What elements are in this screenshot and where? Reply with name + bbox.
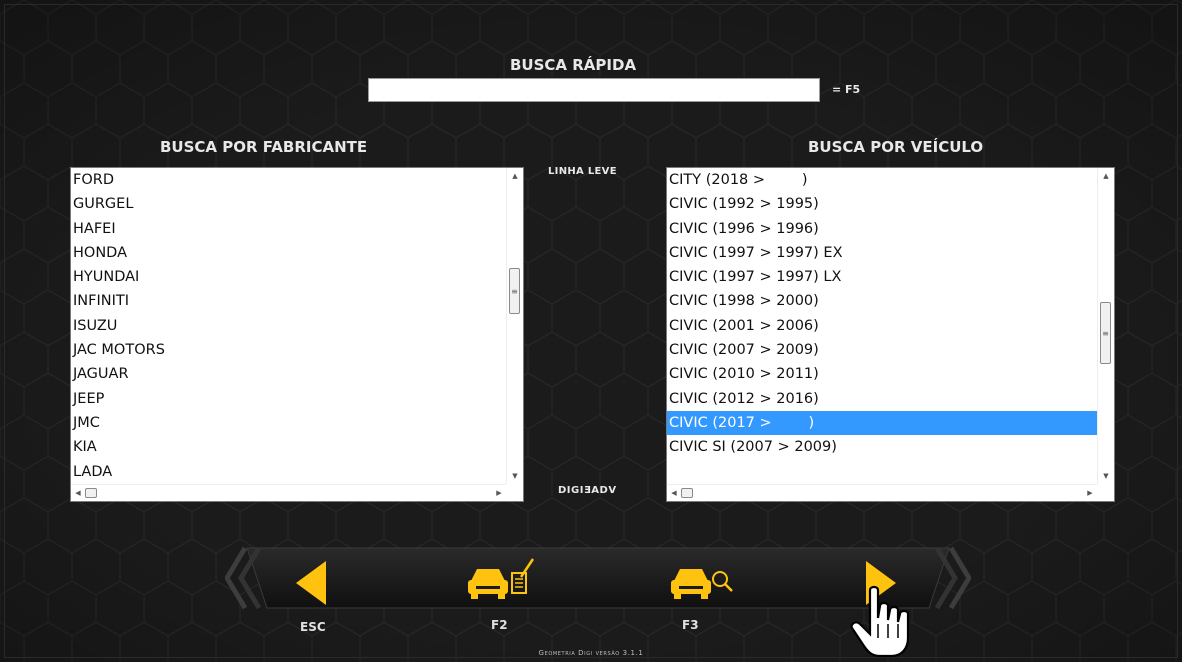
vehicle-list[interactable]: CITY (2018 > ) CIVIC (1992 > 1995) CIVIC… xyxy=(666,167,1115,502)
scroll-thumb[interactable]: ≡ xyxy=(509,268,520,314)
vehicle-horizontal-scrollbar[interactable]: ◀ ▶ xyxy=(667,484,1097,501)
scroll-down-icon[interactable]: ▼ xyxy=(1098,468,1114,484)
scroll-thumb[interactable]: ≡ xyxy=(1100,302,1111,364)
f3-label: F3 xyxy=(682,618,699,632)
vehicle-items: CITY (2018 > ) CIVIC (1992 > 1995) CIVIC… xyxy=(667,168,1097,460)
list-item[interactable]: HAFEI xyxy=(71,217,506,241)
car-edit-icon xyxy=(468,558,535,599)
list-item[interactable]: JEEP xyxy=(71,387,506,411)
scroll-corner xyxy=(1097,484,1114,501)
list-item[interactable]: JAC MOTORS xyxy=(71,338,506,362)
manufacturer-vertical-scrollbar[interactable]: ▲ ≡ ▼ xyxy=(506,168,523,484)
list-item-selected[interactable]: CIVIC (2017 > ) xyxy=(667,410,1097,436)
scroll-corner xyxy=(506,484,523,501)
list-item[interactable]: LADA xyxy=(71,460,506,484)
scroll-thumb[interactable] xyxy=(681,488,693,498)
back-button[interactable] xyxy=(288,555,378,607)
list-item[interactable]: CIVIC (2010 > 2011) xyxy=(667,362,1097,386)
scroll-right-icon[interactable]: ▶ xyxy=(1083,485,1097,501)
list-item[interactable]: CIVIC (1992 > 1995) xyxy=(667,192,1097,216)
line-type-label: LINHA LEVE xyxy=(548,166,617,177)
list-item[interactable]: CITY (2018 > ) xyxy=(667,168,1097,192)
quick-search-title: BUSCA RÁPIDA xyxy=(510,56,637,74)
back-arrow-icon xyxy=(296,561,326,605)
quick-search-input[interactable] xyxy=(368,78,820,102)
list-item[interactable]: CIVIC (1996 > 1996) xyxy=(667,217,1097,241)
list-item[interactable]: JAGUAR xyxy=(71,362,506,386)
list-item[interactable]: HONDA xyxy=(71,241,506,265)
list-item[interactable]: ISUZU xyxy=(71,314,506,338)
list-item[interactable]: GURGEL xyxy=(71,192,506,216)
car-search-icon xyxy=(671,569,733,599)
vehicle-search-title: BUSCA POR VEÍCULO xyxy=(808,138,984,156)
scroll-up-icon[interactable]: ▲ xyxy=(507,168,523,184)
list-item[interactable]: CIVIC SI (2007 > 2009) xyxy=(667,435,1097,459)
esc-label: ESC xyxy=(300,620,326,634)
version-footer: Geometria Digi versão 3.1.1 xyxy=(538,649,644,657)
list-item[interactable]: KIA xyxy=(71,435,506,459)
scroll-right-icon[interactable]: ▶ xyxy=(492,485,506,501)
list-item[interactable]: CIVIC (2007 > 2009) xyxy=(667,338,1097,362)
quick-search-shortcut: = F5 xyxy=(832,83,861,96)
list-item[interactable]: CIVIC (1998 > 2000) xyxy=(667,289,1097,313)
scroll-down-icon[interactable]: ▼ xyxy=(507,468,523,484)
scroll-up-icon[interactable]: ▲ xyxy=(1098,168,1114,184)
list-item[interactable]: INFINITI xyxy=(71,289,506,313)
f3-search-vehicle-button[interactable] xyxy=(668,555,758,607)
list-item[interactable]: CIVIC (1997 > 1997) EX xyxy=(667,241,1097,265)
list-item[interactable]: HYUNDAI xyxy=(71,265,506,289)
list-item[interactable]: FORD xyxy=(71,168,506,192)
manufacturer-search-title: BUSCA POR FABRICANTE xyxy=(160,138,368,156)
f2-edit-vehicle-button[interactable] xyxy=(465,555,555,607)
scroll-thumb[interactable] xyxy=(85,488,97,498)
list-item[interactable]: CIVIC (2001 > 2006) xyxy=(667,314,1097,338)
brand-label: DIGIƎADV xyxy=(558,485,617,496)
list-item[interactable]: CIVIC (2012 > 2016) xyxy=(667,387,1097,411)
f2-label: F2 xyxy=(491,618,508,632)
manufacturer-items: FORD GURGEL HAFEI HONDA HYUNDAI INFINITI… xyxy=(71,168,506,484)
scroll-left-icon[interactable]: ◀ xyxy=(667,485,681,501)
scroll-left-icon[interactable]: ◀ xyxy=(71,485,85,501)
manufacturer-list[interactable]: FORD GURGEL HAFEI HONDA HYUNDAI INFINITI… xyxy=(70,167,524,502)
manufacturer-horizontal-scrollbar[interactable]: ◀ ▶ xyxy=(71,484,506,501)
vehicle-vertical-scrollbar[interactable]: ▲ ≡ ▼ xyxy=(1097,168,1114,484)
list-item[interactable]: CIVIC (1997 > 1997) LX xyxy=(667,265,1097,289)
list-item[interactable]: JMC xyxy=(71,411,506,435)
